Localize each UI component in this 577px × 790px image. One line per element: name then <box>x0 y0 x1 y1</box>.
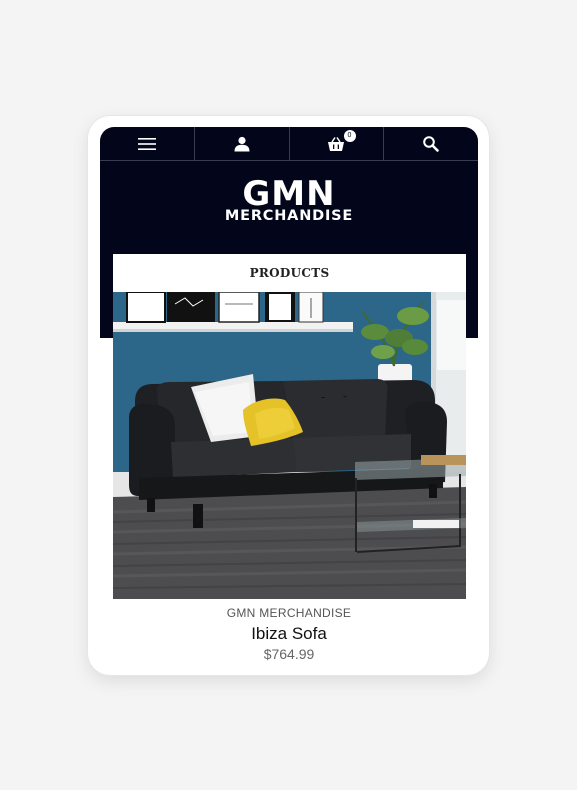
menu-button[interactable] <box>100 127 195 160</box>
search-button[interactable] <box>384 127 478 160</box>
section-title: PRODUCTS <box>249 266 330 280</box>
products-section-header: PRODUCTS <box>113 254 466 292</box>
top-navbar: 0 <box>100 127 478 161</box>
cart-count-badge: 0 <box>343 130 356 142</box>
search-icon <box>423 135 439 152</box>
account-button[interactable] <box>195 127 290 160</box>
product-price: $764.99 <box>263 646 315 662</box>
tablet-frame: 0 GMN MERCHANDISE PRODUCTS GMN MERCHANDI… <box>88 116 489 675</box>
cart-button[interactable]: 0 <box>290 127 385 160</box>
product-brand: GMN MERCHANDISE <box>226 606 352 620</box>
user-icon <box>234 136 250 151</box>
menu-icon <box>137 137 156 150</box>
logo-line-1: GMN <box>242 174 336 214</box>
screen: 0 GMN MERCHANDISE PRODUCTS GMN MERCHANDI… <box>100 127 478 664</box>
sofa-photo <box>113 292 466 599</box>
logo-line-2: MERCHANDISE <box>224 208 354 224</box>
product-image[interactable] <box>113 292 466 599</box>
brand-logo[interactable]: GMN MERCHANDISE <box>100 177 478 224</box>
product-name[interactable]: Ibiza Sofa <box>100 624 478 644</box>
